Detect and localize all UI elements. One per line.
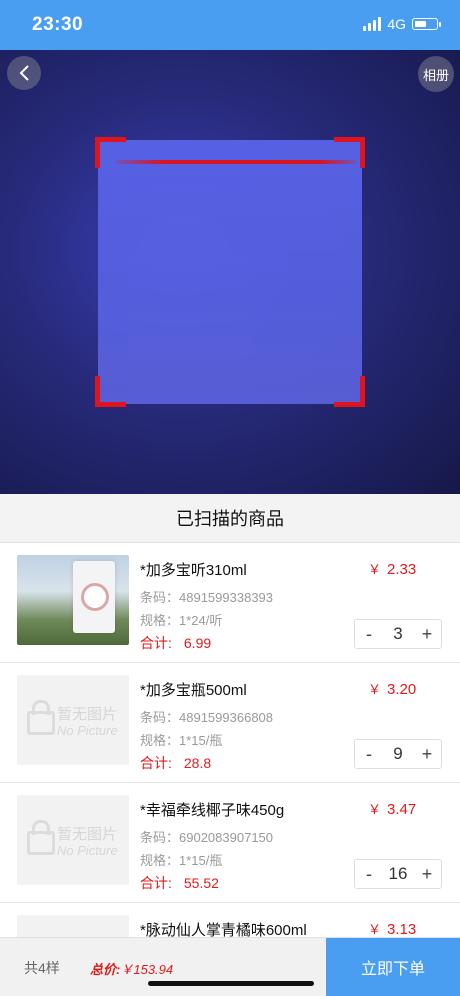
product-price: ￥ 2.33 (368, 561, 417, 578)
product-name: *加多宝瓶500ml (140, 682, 247, 699)
section-title: 已扫描的商品 (0, 494, 460, 543)
product-subtotal: 合计: 55.52 (140, 875, 219, 891)
network-type: 4G (387, 16, 406, 32)
back-button[interactable] (7, 56, 41, 90)
quantity-stepper: - 9 + (354, 739, 442, 769)
list-item[interactable]: *加多宝听310ml 条码：4891599338393 规格：1*24/听 合计… (0, 543, 460, 663)
camera-viewfinder: 相册 (0, 50, 460, 494)
quantity-stepper: - 16 + (354, 859, 442, 889)
product-spec: 规格：1*15/瓶 (140, 733, 223, 748)
album-button[interactable]: 相册 (418, 56, 454, 92)
decrement-button[interactable]: - (355, 624, 383, 645)
product-spec: 规格：1*15/瓶 (140, 853, 223, 868)
product-barcode: 条码：6902083907150 (140, 830, 274, 845)
increment-button[interactable]: + (413, 744, 441, 765)
product-price: ￥ 3.20 (368, 681, 417, 698)
order-footer: 共4样 总价:￥153.94 立即下单 (0, 937, 460, 996)
no-picture-image (17, 915, 129, 938)
increment-button[interactable]: + (413, 864, 441, 885)
scan-line (116, 160, 356, 164)
product-subtotal: 合计: 28.8 (140, 755, 212, 771)
no-picture-image: 暂无图片 No Picture (17, 795, 129, 885)
status-indicators: 4G (363, 16, 441, 32)
decrement-button[interactable]: - (355, 864, 383, 885)
decrement-button[interactable]: - (355, 744, 383, 765)
signal-icon (363, 17, 382, 31)
lock-icon (27, 700, 55, 735)
battery-icon (412, 18, 441, 30)
scan-frame (95, 137, 365, 407)
scan-corner-bottom-right (334, 376, 365, 407)
scanned-items-list: *加多宝听310ml 条码：4891599338393 规格：1*24/听 合计… (0, 543, 460, 938)
product-name: *加多宝听310ml (140, 562, 247, 579)
home-indicator (148, 981, 314, 986)
place-order-button[interactable]: 立即下单 (326, 938, 460, 996)
product-barcode: 条码：4891599338393 (140, 590, 274, 605)
product-barcode: 条码：4891599366808 (140, 710, 274, 725)
list-item[interactable]: 暂无图片 No Picture *幸福牵线椰子味450g 条码：69020839… (0, 783, 460, 903)
product-name: *幸福牵线椰子味450g (140, 802, 285, 819)
quantity-value[interactable]: 3 (383, 624, 413, 644)
increment-button[interactable]: + (413, 624, 441, 645)
product-spec: 规格：1*24/听 (140, 613, 223, 628)
total-price: 总价:￥153.94 (90, 962, 174, 977)
product-name: *脉动仙人掌青橘味600ml (140, 922, 307, 938)
status-bar: 23:30 4G (0, 0, 460, 50)
item-count: 共4样 (24, 960, 60, 976)
list-item[interactable]: 暂无图片 No Picture *加多宝瓶500ml 条码：4891599366… (0, 663, 460, 783)
product-image (17, 555, 129, 645)
no-picture-image: 暂无图片 No Picture (17, 675, 129, 765)
scan-corner-bottom-left (95, 376, 126, 407)
lock-icon (27, 820, 55, 855)
product-price: ￥ 3.47 (368, 801, 417, 818)
product-price: ￥ 3.13 (368, 921, 417, 938)
quantity-stepper: - 3 + (354, 619, 442, 649)
quantity-value[interactable]: 16 (383, 864, 413, 884)
list-item[interactable]: *脉动仙人掌青橘味600ml ￥ 3.13 (0, 903, 460, 938)
quantity-value[interactable]: 9 (383, 744, 413, 764)
product-subtotal: 合计: 6.99 (140, 635, 212, 651)
chevron-left-icon (19, 65, 29, 81)
status-time: 23:30 (32, 14, 84, 35)
